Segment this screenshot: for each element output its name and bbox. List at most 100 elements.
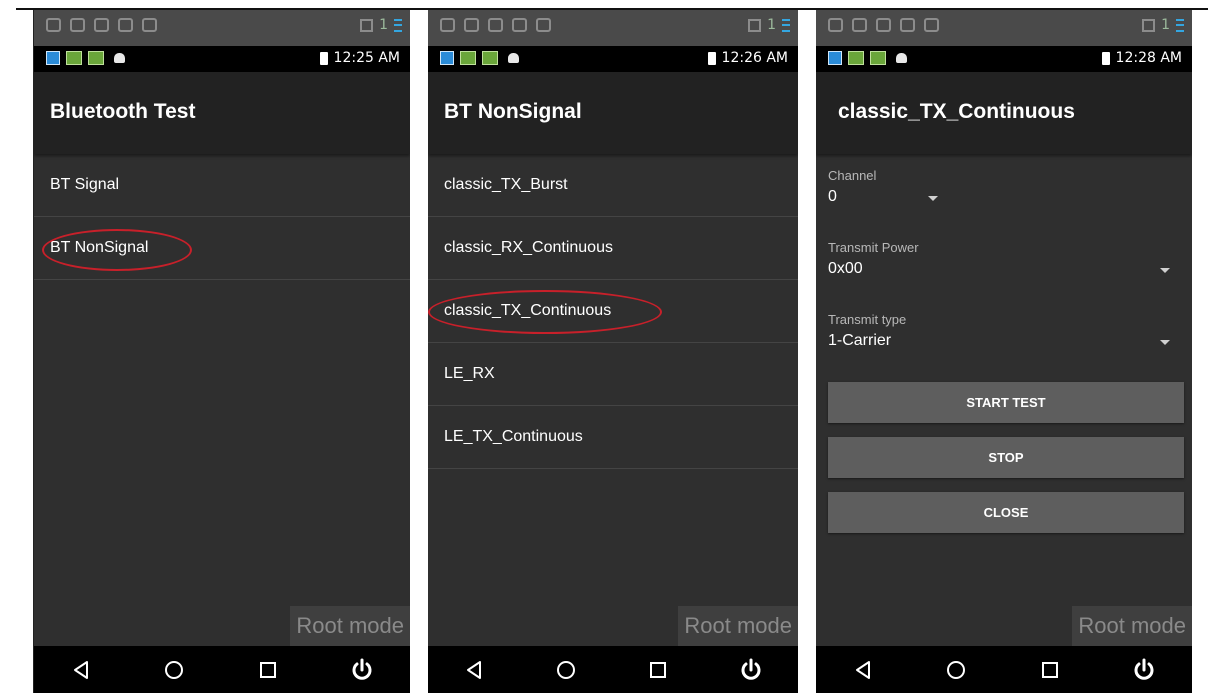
recents-icon[interactable] [647,659,669,681]
system-bar: 1 [428,10,798,46]
signal-icon [512,18,527,32]
back-icon[interactable] [852,659,874,681]
android-icon [460,51,476,65]
status-bar: 12:28 AM [816,46,1192,72]
home-icon[interactable] [945,659,967,681]
home-icon[interactable] [555,659,577,681]
signal-icon [900,18,915,32]
rotate-icon [464,18,479,32]
battery-icon [1101,51,1110,65]
system-bar: 1 [816,10,1192,46]
channel-label: Channel [828,168,877,183]
list-icon [828,18,843,32]
screen-icon [1142,18,1156,32]
list-item-label: classic_TX_Burst [444,176,568,193]
nav-bar [428,646,798,693]
nav-bar [34,646,410,693]
robot-icon [114,53,125,63]
app-bar: BT NonSignal [428,72,798,154]
fullscreen-icon [142,18,157,32]
android-icon [848,51,864,65]
back-icon[interactable] [463,659,485,681]
fullscreen-icon [536,18,551,32]
chevron-down-icon[interactable] [1160,340,1170,345]
phone-screen-2: 1 12:26 AM BT NonSignal classic_TX_Burst… [428,10,798,693]
notification-icon [440,51,454,65]
list-item-label: LE_RX [444,365,495,382]
recents-icon[interactable] [257,659,279,681]
recents-icon[interactable] [1039,659,1061,681]
rotate-icon [70,18,85,32]
sim-count: 1 [379,17,388,33]
list-icon [440,18,455,32]
list-item-bt-nonsignal[interactable]: BT NonSignal [34,217,410,280]
power-icon[interactable] [350,658,374,682]
list-item-label: classic_TX_Continuous [444,302,612,319]
list-item-label: LE_TX_Continuous [444,428,583,445]
battery-icon [319,51,328,65]
menu-icon[interactable] [782,18,790,32]
android-icon [870,51,886,65]
root-mode-label: Root mode [1072,606,1192,646]
zoom-icon [94,18,109,32]
status-bar: 12:25 AM [34,46,410,72]
android-icon [88,51,104,65]
rotate-icon [852,18,867,32]
menu-icon[interactable] [1176,18,1184,32]
phone-screen-3: 1 12:28 AM classic_TX_Continuous Channel… [816,10,1192,693]
list-item-classic-tx-burst[interactable]: classic_TX_Burst [428,154,798,217]
notification-icon [46,51,60,65]
transmit-power-select[interactable]: 0x00 [828,260,863,278]
chevron-down-icon[interactable] [1160,268,1170,273]
list-item-le-tx-continuous[interactable]: LE_TX_Continuous [428,406,798,469]
android-icon [482,51,498,65]
list-item-label: BT Signal [50,176,120,193]
system-bar: 1 [34,10,410,46]
list-item-label: BT NonSignal [50,239,149,256]
stop-button[interactable]: STOP [828,437,1184,478]
app-bar: Bluetooth Test [34,72,410,154]
list-icon [46,18,61,32]
android-icon [66,51,82,65]
page-title: Bluetooth Test [50,100,196,123]
page-title: classic_TX_Continuous [838,100,1075,123]
clock: 12:26 AM [721,50,788,66]
zoom-icon [488,18,503,32]
back-icon[interactable] [70,659,92,681]
power-icon[interactable] [1132,658,1156,682]
zoom-icon [876,18,891,32]
fullscreen-icon [924,18,939,32]
start-test-button[interactable]: START TEST [828,382,1184,423]
robot-icon [896,53,907,63]
root-mode-label: Root mode [290,606,410,646]
notification-icon [828,51,842,65]
close-button[interactable]: CLOSE [828,492,1184,533]
transmit-power-label: Transmit Power [828,240,919,255]
app-bar: classic_TX_Continuous [816,72,1192,154]
home-icon[interactable] [163,659,185,681]
screen-icon [360,18,374,32]
transmit-type-label: Transmit type [828,312,907,327]
phone-screen-1: 1 12:25 AM Bluetooth Test BT Signal BT N… [34,10,410,693]
robot-icon [508,53,519,63]
power-icon[interactable] [739,658,763,682]
chevron-down-icon[interactable] [928,196,938,201]
clock: 12:28 AM [1115,50,1182,66]
menu-list: BT Signal BT NonSignal [34,154,410,280]
nav-bar [816,646,1192,693]
list-item-le-rx[interactable]: LE_RX [428,343,798,406]
sim-count: 1 [1161,17,1170,33]
transmit-type-select[interactable]: 1-Carrier [828,332,891,350]
list-item-classic-tx-continuous[interactable]: classic_TX_Continuous [428,280,798,343]
status-bar: 12:26 AM [428,46,798,72]
signal-icon [118,18,133,32]
list-item-classic-rx-continuous[interactable]: classic_RX_Continuous [428,217,798,280]
battery-icon [707,51,716,65]
channel-select[interactable]: 0 [828,188,837,206]
page-title: BT NonSignal [444,100,582,123]
list-item-label: classic_RX_Continuous [444,239,613,256]
screen-icon [748,18,762,32]
clock: 12:25 AM [333,50,400,66]
menu-icon[interactable] [394,18,402,32]
list-item-bt-signal[interactable]: BT Signal [34,154,410,217]
